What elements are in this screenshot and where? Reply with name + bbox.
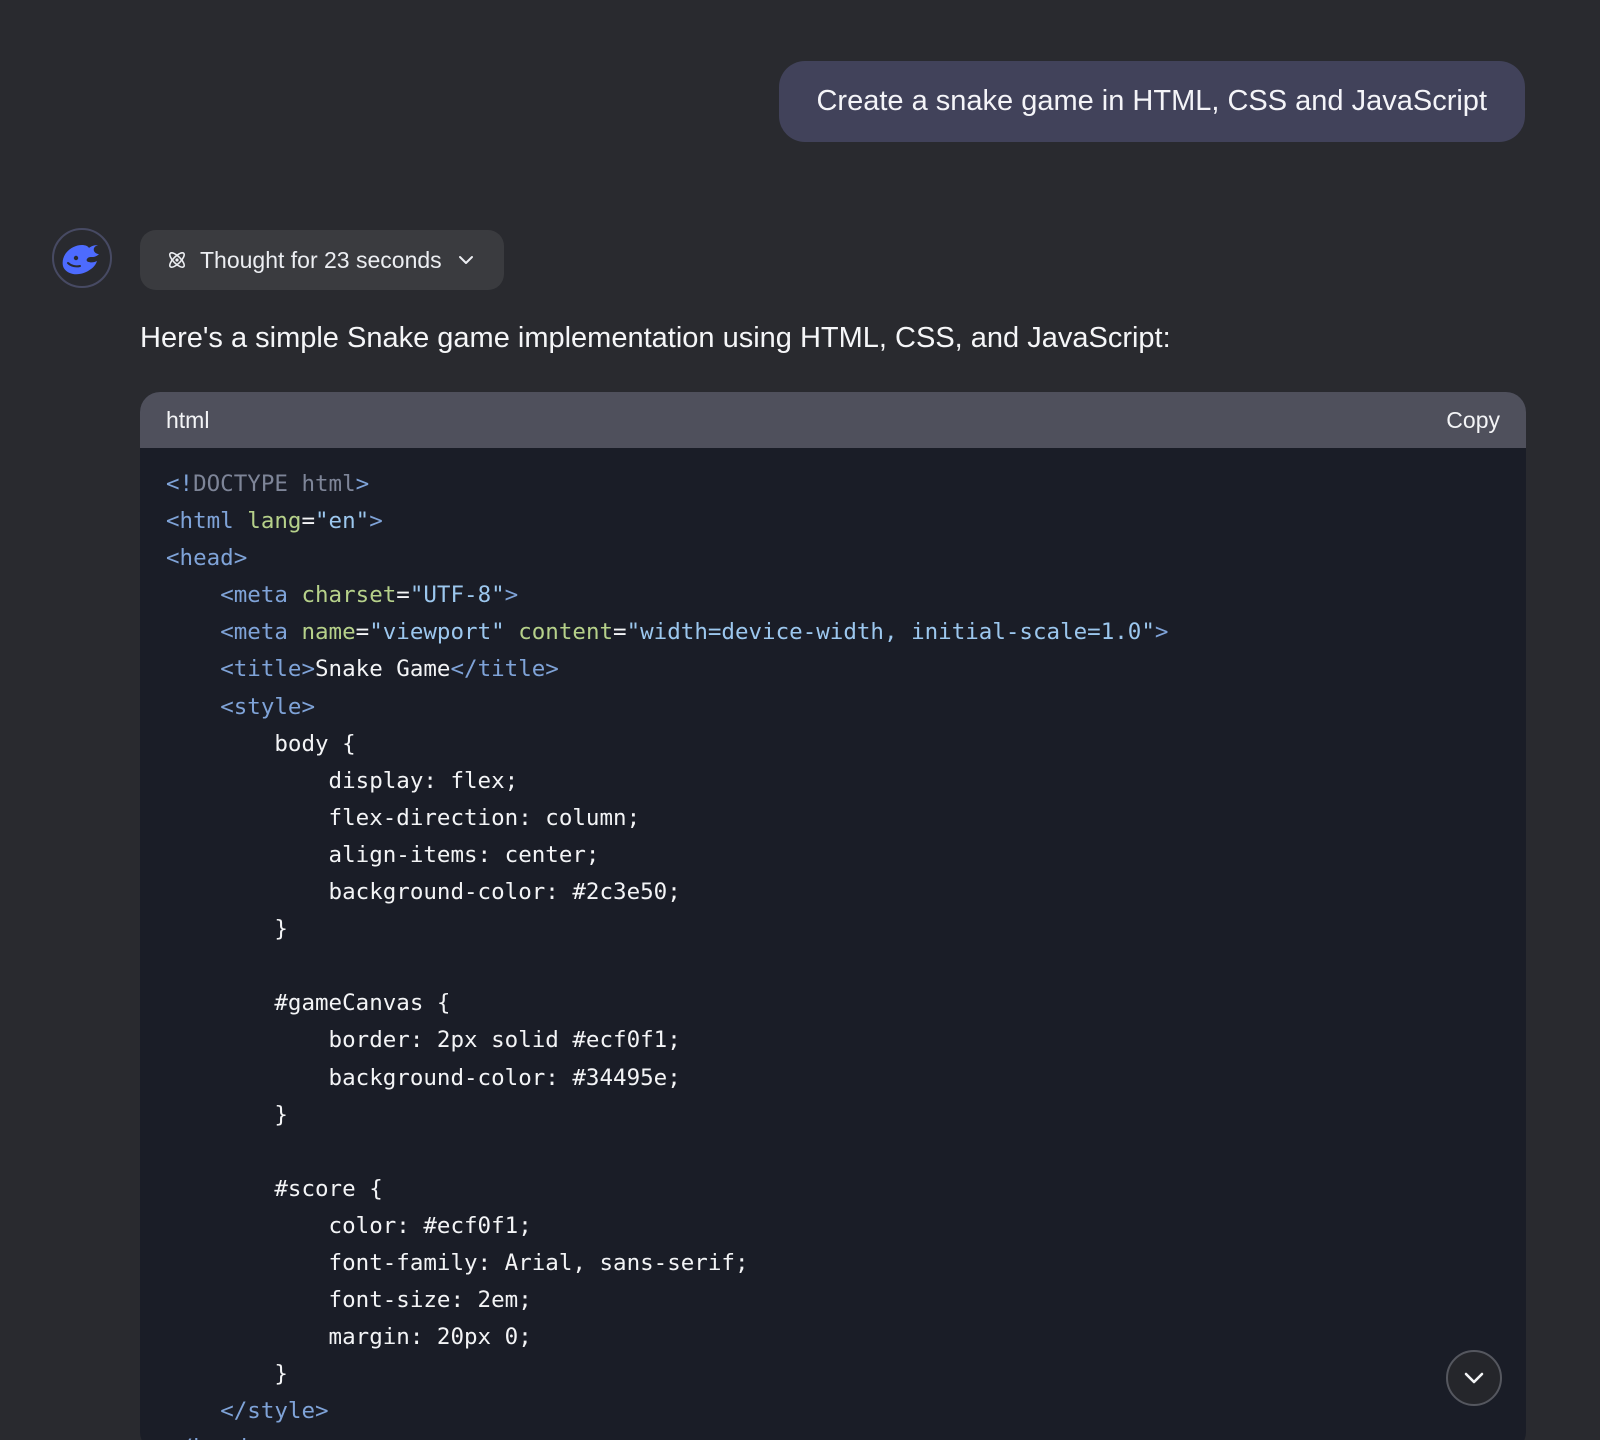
code-line: #score {	[166, 1171, 1526, 1208]
chevron-down-icon	[1464, 1372, 1484, 1384]
user-message-bubble: Create a snake game in HTML, CSS and Jav…	[779, 61, 1525, 142]
chevron-down-icon	[456, 250, 476, 270]
code-block-header: html Copy	[140, 392, 1526, 448]
code-line: }	[166, 911, 1526, 948]
code-token: "en"	[315, 508, 370, 535]
code-line: <title>Snake Game</title>	[166, 651, 1526, 688]
code-line: background-color: #34495e;	[166, 1060, 1526, 1097]
code-line: </head>	[166, 1430, 1526, 1440]
code-token: name	[301, 619, 356, 646]
code-line: body {	[166, 726, 1526, 763]
code-token: lang	[247, 508, 302, 535]
code-line: font-size: 2em;	[166, 1282, 1526, 1319]
user-message-text: Create a snake game in HTML, CSS and Jav…	[816, 85, 1487, 117]
code-token: =	[396, 582, 410, 609]
code-token: }	[166, 1101, 288, 1128]
whale-logo-icon	[62, 245, 99, 275]
code-token: font-family: Arial, sans-serif;	[166, 1249, 749, 1276]
code-line: flex-direction: column;	[166, 800, 1526, 837]
code-line: margin: 20px 0;	[166, 1319, 1526, 1356]
code-token: }	[166, 916, 288, 943]
code-token: <title>	[220, 656, 316, 683]
scroll-to-bottom-button[interactable]	[1446, 1350, 1502, 1406]
code-token: >	[355, 471, 370, 497]
code-token: </title>	[450, 656, 559, 683]
thought-toggle-button[interactable]: Thought for 23 seconds	[140, 230, 504, 290]
code-token: flex-direction: column;	[166, 804, 641, 831]
code-language-label: html	[166, 406, 210, 433]
code-token: display: flex;	[166, 767, 519, 794]
code-token: }	[166, 1361, 288, 1388]
code-token: "UTF-8"	[409, 582, 505, 609]
code-token: </head>	[166, 1435, 261, 1440]
code-token: </style>	[220, 1398, 329, 1425]
code-token: =	[613, 619, 627, 646]
code-token: Snake Game	[315, 656, 451, 683]
code-line: <html lang="en">	[166, 503, 1526, 540]
code-block: html Copy <!DOCTYPE html> <html lang="en"…	[140, 392, 1526, 1440]
code-line: <meta name="viewport" content="width=dev…	[166, 614, 1526, 651]
code-token: "width=device-width, initial-scale=1.0"	[626, 619, 1155, 646]
code-token: border: 2px solid #ecf0f1;	[166, 1027, 681, 1054]
code-token: #score {	[166, 1175, 383, 1202]
code-line: <!DOCTYPE html>	[166, 466, 1526, 503]
assistant-intro-text: Here's a simple Snake game implementatio…	[140, 322, 1171, 354]
code-token: font-size: 2em;	[166, 1287, 532, 1314]
code-line: <meta charset="UTF-8">	[166, 577, 1526, 614]
code-token: <!	[166, 471, 194, 497]
code-token: charset	[301, 582, 397, 609]
code-token: margin: 20px 0;	[166, 1324, 532, 1351]
code-token: =	[355, 619, 370, 646]
chat-page: Create a snake game in HTML, CSS and Jav…	[0, 0, 1600, 1440]
code-token: <head>	[166, 545, 248, 572]
code-line: </style>	[166, 1393, 1526, 1430]
code-token: background-color: #2c3e50;	[166, 879, 681, 906]
code-token: >	[1154, 619, 1169, 646]
code-token: content	[518, 619, 614, 646]
code-token: >	[504, 582, 519, 609]
code-token: align-items: center;	[166, 841, 600, 868]
code-token: >	[369, 508, 383, 535]
code-line: #gameCanvas {	[166, 985, 1526, 1022]
code-token: #gameCanvas {	[166, 990, 451, 1017]
code-line: }	[166, 1097, 1526, 1134]
copy-button[interactable]: Copy	[1446, 407, 1500, 434]
code-content: <!DOCTYPE html> <html lang="en"> <head> <m…	[140, 448, 1526, 1440]
code-token: <meta	[220, 619, 302, 646]
code-line: color: #ecf0f1;	[166, 1208, 1526, 1245]
code-token: DOCTYPE html	[193, 471, 356, 497]
code-line: }	[166, 1356, 1526, 1393]
atom-icon	[166, 249, 188, 271]
code-line: align-items: center;	[166, 837, 1526, 874]
code-token: <meta	[220, 582, 302, 609]
code-line: <style>	[166, 689, 1526, 726]
code-token: =	[301, 508, 316, 535]
code-token: body {	[166, 730, 356, 757]
code-token: <style>	[220, 693, 316, 720]
code-line: background-color: #2c3e50;	[166, 874, 1526, 911]
assistant-avatar	[52, 228, 112, 288]
code-line: <head>	[166, 540, 1526, 577]
thought-label: Thought for 23 seconds	[200, 246, 442, 273]
code-token: color: #ecf0f1;	[166, 1212, 532, 1239]
code-token: "viewport"	[369, 619, 519, 646]
code-line: border: 2px solid #ecf0f1;	[166, 1022, 1526, 1059]
code-line: font-family: Arial, sans-serif;	[166, 1245, 1526, 1282]
code-token: <html	[166, 508, 248, 535]
code-token: background-color: #34495e;	[166, 1064, 681, 1091]
code-line: display: flex;	[166, 763, 1526, 800]
